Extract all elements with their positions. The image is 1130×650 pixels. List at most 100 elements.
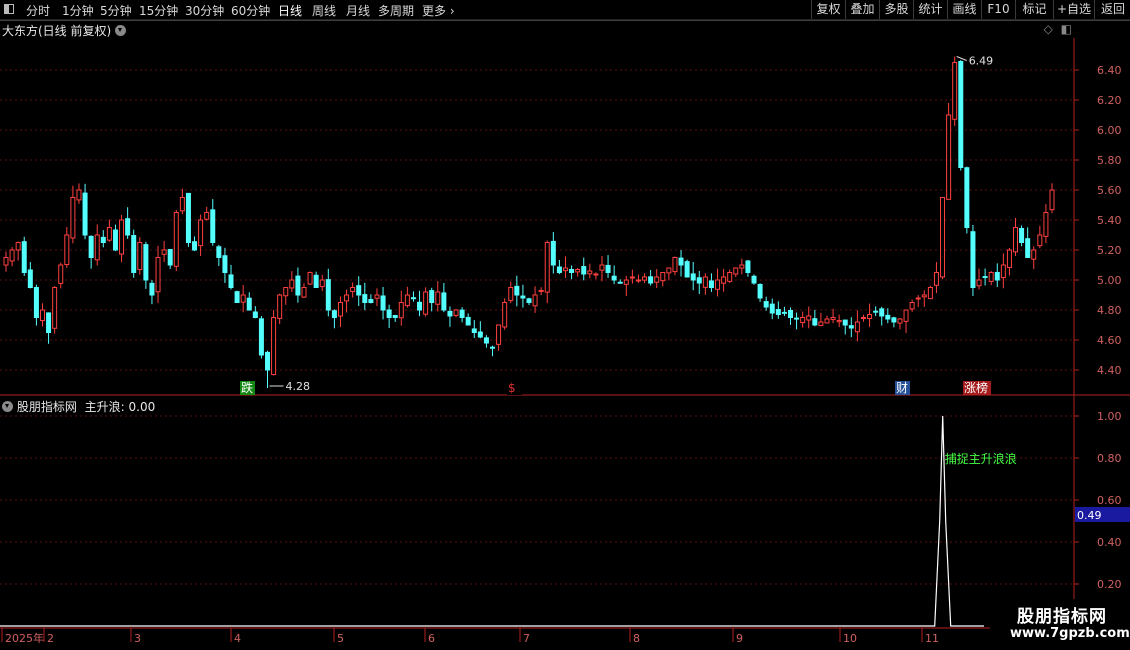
candle-body: [654, 276, 660, 283]
candle-body: [1031, 249, 1037, 260]
candle-body: [885, 314, 891, 320]
candle-body: [471, 328, 477, 334]
candlesticks: [3, 56, 1055, 388]
candle-body: [763, 301, 769, 308]
candle-body: [386, 309, 392, 319]
candle-body: [331, 310, 337, 319]
panel-toggle-icon[interactable]: ◧: [1061, 22, 1072, 36]
candle-body: [161, 249, 167, 255]
indicator-panel-header: 股朋指标网 主升浪: 0.00: [2, 398, 155, 415]
candle-body: [617, 281, 623, 284]
candle-body: [447, 310, 453, 317]
dropdown-icon[interactable]: [115, 25, 127, 36]
candle-body: [313, 274, 319, 289]
candle-body: [441, 292, 447, 311]
candle-body: [769, 303, 775, 314]
event-marker-label: $: [508, 381, 516, 395]
candle-body: [599, 264, 605, 271]
candle-body: [52, 287, 58, 329]
candle-body: [143, 244, 149, 281]
candle-body: [739, 264, 745, 269]
candle-body: [404, 294, 410, 307]
price-tick-label: 6.40: [1097, 64, 1122, 77]
candle-body: [173, 212, 179, 267]
candle-body: [465, 316, 471, 326]
indicator-dropdown-icon[interactable]: [2, 401, 13, 412]
kline-chart[interactable]: 捕捉主升浪浪 0.49 6.40 6.20 6.00 5.80 5.60 5.40 5.20 5…: [0, 0, 1130, 650]
event-marker-label: 涨榜: [964, 380, 988, 395]
candle-body: [946, 114, 952, 200]
candle-body: [611, 275, 617, 281]
candle-body: [903, 309, 909, 322]
candle-body: [915, 297, 921, 300]
diamond-icon[interactable]: ◇: [1044, 22, 1053, 36]
current-value-label: 0.49: [1077, 509, 1102, 522]
candle-body: [508, 287, 514, 301]
candle-body: [307, 272, 313, 285]
time-axis-label: 4: [234, 632, 241, 645]
candle-body: [167, 249, 173, 266]
main-panel-header: 大东方(日线 前复权): [2, 22, 127, 39]
candle-body: [435, 291, 441, 305]
candle-body: [587, 270, 593, 275]
candle-body: [848, 325, 854, 329]
candle-body: [64, 234, 70, 266]
candle-body: [635, 279, 641, 282]
candle-body: [119, 219, 125, 255]
candle-body: [265, 351, 270, 371]
candle-body: [994, 271, 1000, 281]
candle-body: [100, 236, 106, 243]
candle-body: [800, 317, 806, 324]
candle-body: [228, 274, 234, 288]
time-axis-label: 2: [47, 632, 54, 645]
candle-body: [295, 275, 301, 296]
candle-body: [927, 287, 933, 300]
candle-body: [283, 287, 289, 297]
candle-body: [319, 279, 325, 288]
watermark-logo: 股朋指标网 www.7gpzb.com: [990, 599, 1130, 650]
candle-body: [715, 279, 721, 290]
candle-body: [520, 295, 526, 299]
candle-body: [15, 242, 21, 251]
candle-body: [198, 219, 204, 247]
candle-body: [550, 240, 556, 266]
candle-body: [131, 235, 137, 273]
candle-body: [660, 272, 666, 282]
time-axis-label: 7: [523, 632, 530, 645]
candle-body: [137, 242, 143, 270]
candle-body: [374, 294, 380, 299]
candle-body: [514, 285, 520, 296]
candle-body: [246, 297, 252, 311]
candle-body: [417, 301, 423, 311]
candle-body: [836, 320, 842, 323]
candle-body: [21, 241, 27, 274]
candle-body: [155, 257, 161, 293]
candle-body: [344, 294, 350, 302]
price-tick-label: 4.80: [1097, 304, 1122, 317]
price-tick-label: 5.40: [1097, 214, 1122, 227]
candle-body: [532, 294, 538, 307]
candle-body: [496, 324, 502, 345]
candle-body: [398, 302, 404, 319]
candle-body: [897, 318, 903, 324]
candle-body: [575, 269, 581, 273]
indicator-tick-label: 1.00: [1097, 410, 1122, 423]
candle-body: [909, 302, 915, 310]
candle-body: [301, 287, 307, 298]
candle-body: [873, 310, 879, 313]
time-axis-label: 11: [925, 632, 939, 645]
candle-body: [1025, 238, 1031, 258]
candle-body: [684, 261, 690, 278]
candle-body: [538, 290, 544, 292]
high-arrow: [956, 56, 967, 61]
candle-body: [952, 62, 958, 120]
candle-body: [958, 61, 964, 169]
candle-body: [818, 321, 824, 326]
candle-body: [149, 282, 155, 296]
candle-body: [210, 209, 216, 243]
candle-body: [1000, 264, 1006, 279]
candle-body: [806, 315, 812, 321]
candle-body: [325, 279, 331, 311]
candle-body: [33, 287, 39, 318]
time-axis-label: 8: [633, 632, 640, 645]
